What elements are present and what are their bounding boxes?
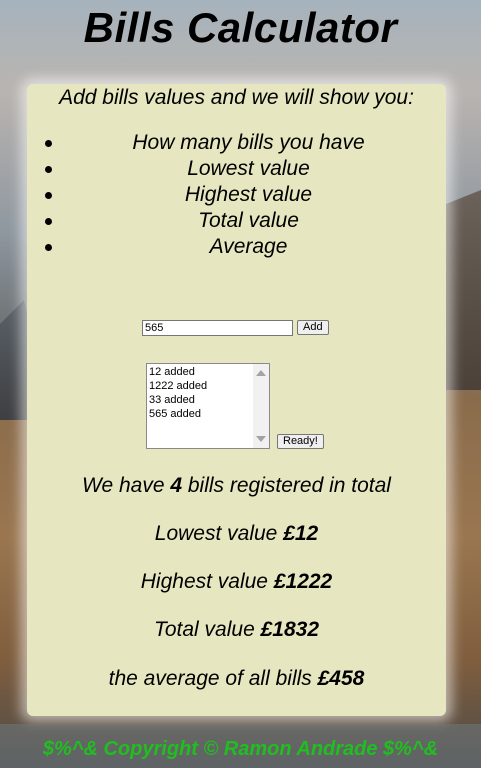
count-suffix: bills registered in total xyxy=(187,474,391,497)
scroll-up-icon[interactable] xyxy=(256,370,266,376)
average-value: £458 xyxy=(317,667,365,690)
list-item[interactable]: 565 added xyxy=(149,407,207,421)
list-item[interactable]: 33 added xyxy=(149,393,207,407)
list-item[interactable]: 12 added xyxy=(149,365,207,379)
add-button[interactable]: Add xyxy=(297,320,329,335)
list-scrollbar[interactable] xyxy=(253,364,269,448)
copyright-text: $%^& Copyright © Ramon Andrade $%^& xyxy=(42,738,439,760)
intro-text: Add bills values and we will show you: xyxy=(59,86,414,109)
bill-value-input[interactable] xyxy=(142,320,293,336)
bill-count-value: 4 xyxy=(170,474,183,497)
feature-item: Average xyxy=(45,234,446,260)
total-value-stat: Total value £1832 xyxy=(27,618,446,642)
feature-item: Lowest value xyxy=(45,156,446,182)
highest-value: £1222 xyxy=(273,570,333,593)
scroll-down-icon[interactable] xyxy=(256,436,266,442)
average-value-stat: the average of all bills £458 xyxy=(27,667,446,691)
footer: $%^& Copyright © Ramon Andrade $%^& xyxy=(0,724,481,768)
count-prefix: We have xyxy=(82,474,165,497)
list-item[interactable]: 1222 added xyxy=(149,379,207,393)
highest-value-stat: Highest value £1222 xyxy=(27,570,446,594)
lowest-value: £12 xyxy=(283,522,319,545)
ready-button[interactable]: Ready! xyxy=(277,434,324,449)
bill-count-stat: We have 4 bills registered in total xyxy=(27,474,446,498)
calculator-panel: Add bills values and we will show you: H… xyxy=(27,84,446,716)
total-label: Total value xyxy=(153,618,255,641)
feature-list: How many bills you have Lowest value Hig… xyxy=(27,130,446,260)
feature-item: Highest value xyxy=(45,182,446,208)
total-value: £1832 xyxy=(260,618,320,641)
feature-item: How many bills you have xyxy=(45,130,446,156)
highest-label: Highest value xyxy=(140,570,268,593)
bills-list-box[interactable]: 12 added 1222 added 33 added 565 added xyxy=(146,363,270,449)
lowest-value-stat: Lowest value £12 xyxy=(27,522,446,546)
feature-item: Total value xyxy=(45,208,446,234)
average-label: the average of all bills xyxy=(108,667,312,690)
page-title: Bills Calculator xyxy=(83,4,398,51)
lowest-label: Lowest value xyxy=(154,522,278,545)
